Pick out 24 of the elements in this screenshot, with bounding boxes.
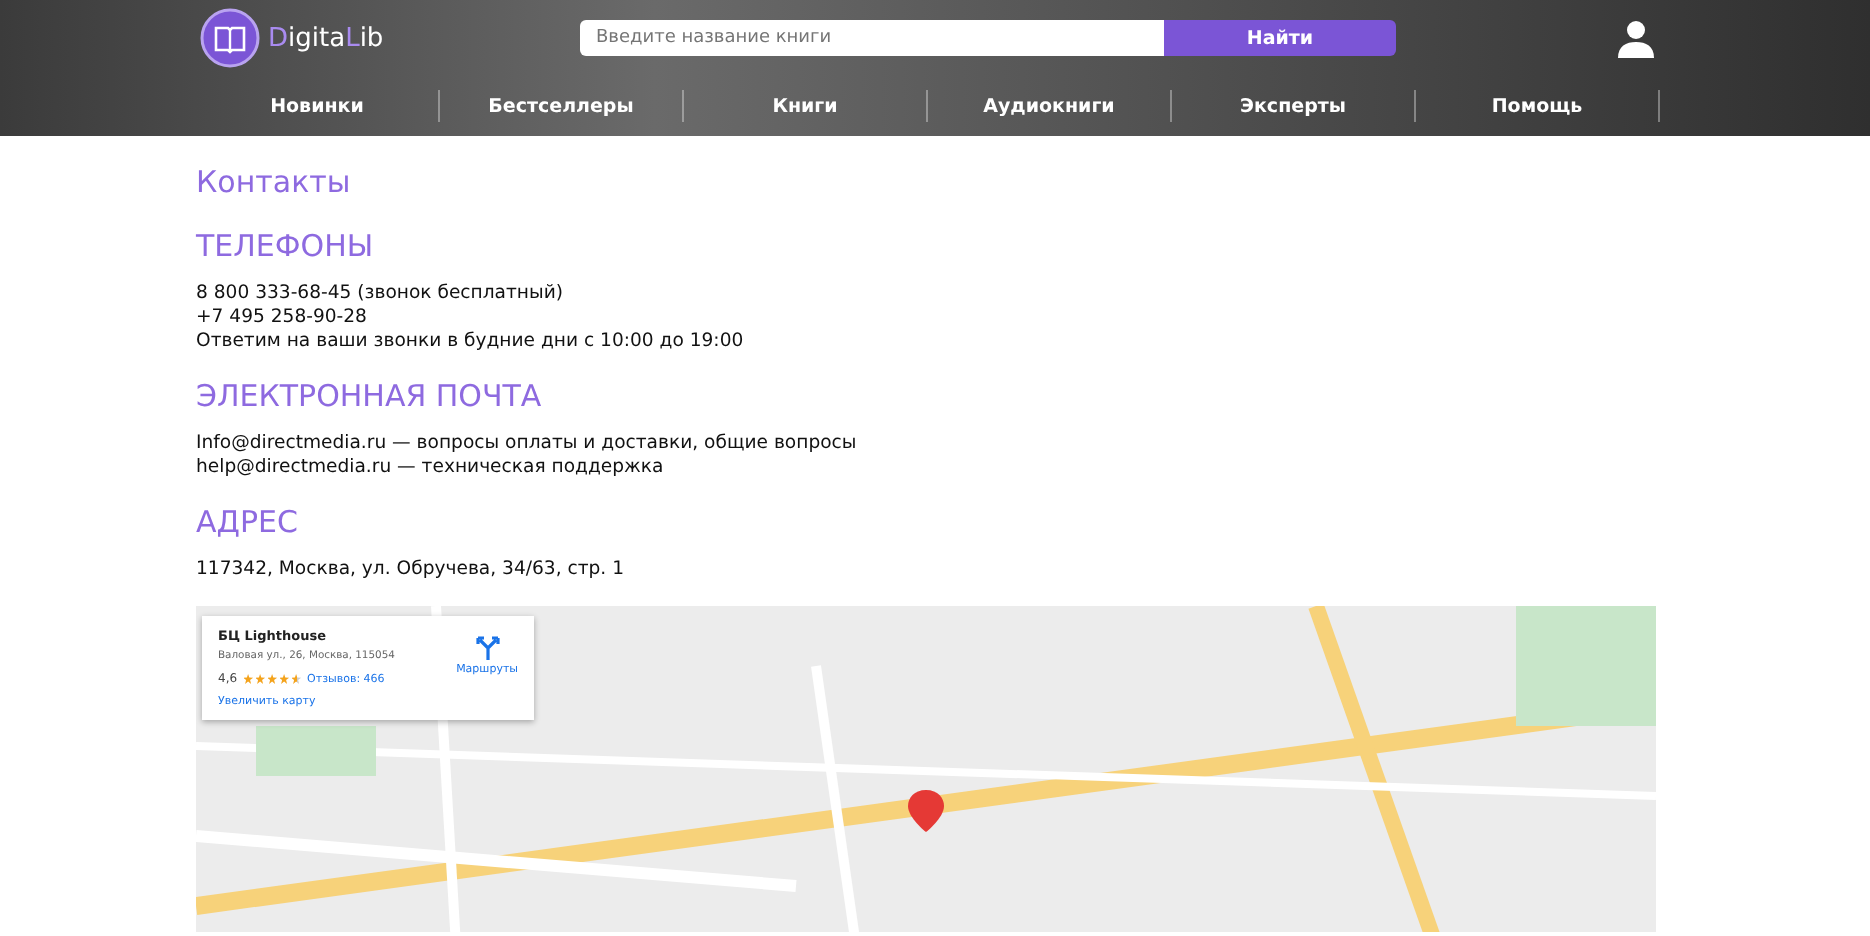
logo-text-part[interactable]: ib — [359, 23, 384, 53]
contact-text: Info@directmedia.ru — вопросы оплаты и доставки, общие вопросы — [196, 432, 859, 456]
contact-text: help@directmedia.ru — техническая поддержка — [196, 456, 666, 480]
nav-link[interactable]: Новинки — [270, 95, 364, 117]
nav-link[interactable]: Книги — [772, 95, 838, 117]
nav-link[interactable]: Аудиокниги — [983, 95, 1115, 117]
page-title: Контакты — [196, 164, 353, 200]
search-button[interactable]: Найти — [1164, 20, 1396, 56]
user-icon[interactable] — [1616, 18, 1656, 58]
search-field[interactable]: Введите название книги — [580, 20, 1164, 56]
book-logo-icon[interactable] — [200, 8, 260, 68]
section-heading: АДРЕС — [196, 504, 300, 540]
fork-arrow-icon[interactable] — [475, 636, 500, 660]
nav-link[interactable]: Эксперты — [1240, 95, 1346, 117]
section-heading: ТЕЛЕФОНЫ — [196, 228, 376, 264]
contact-text: +7 495 258-90-28 — [196, 306, 369, 330]
site-logo[interactable]: DigitaLib — [268, 23, 384, 53]
contact-text: 8 800 333-68-45 (звонок бесплатный) — [196, 282, 566, 306]
contact-text: Ответим на ваши звонки в будние дни с 10:00 до 19:00 — [196, 330, 746, 354]
nav-link[interactable]: Помощь — [1491, 95, 1583, 117]
contact-text: 117342, Москва, ул. Обручева, 34/63, стр. 1 — [196, 558, 626, 582]
nav-link[interactable]: Бестселлеры — [488, 95, 634, 117]
section-heading: ЭЛЕКТРОННАЯ ПОЧТА — [196, 378, 544, 414]
logo-text-part[interactable]: igita — [288, 23, 346, 53]
